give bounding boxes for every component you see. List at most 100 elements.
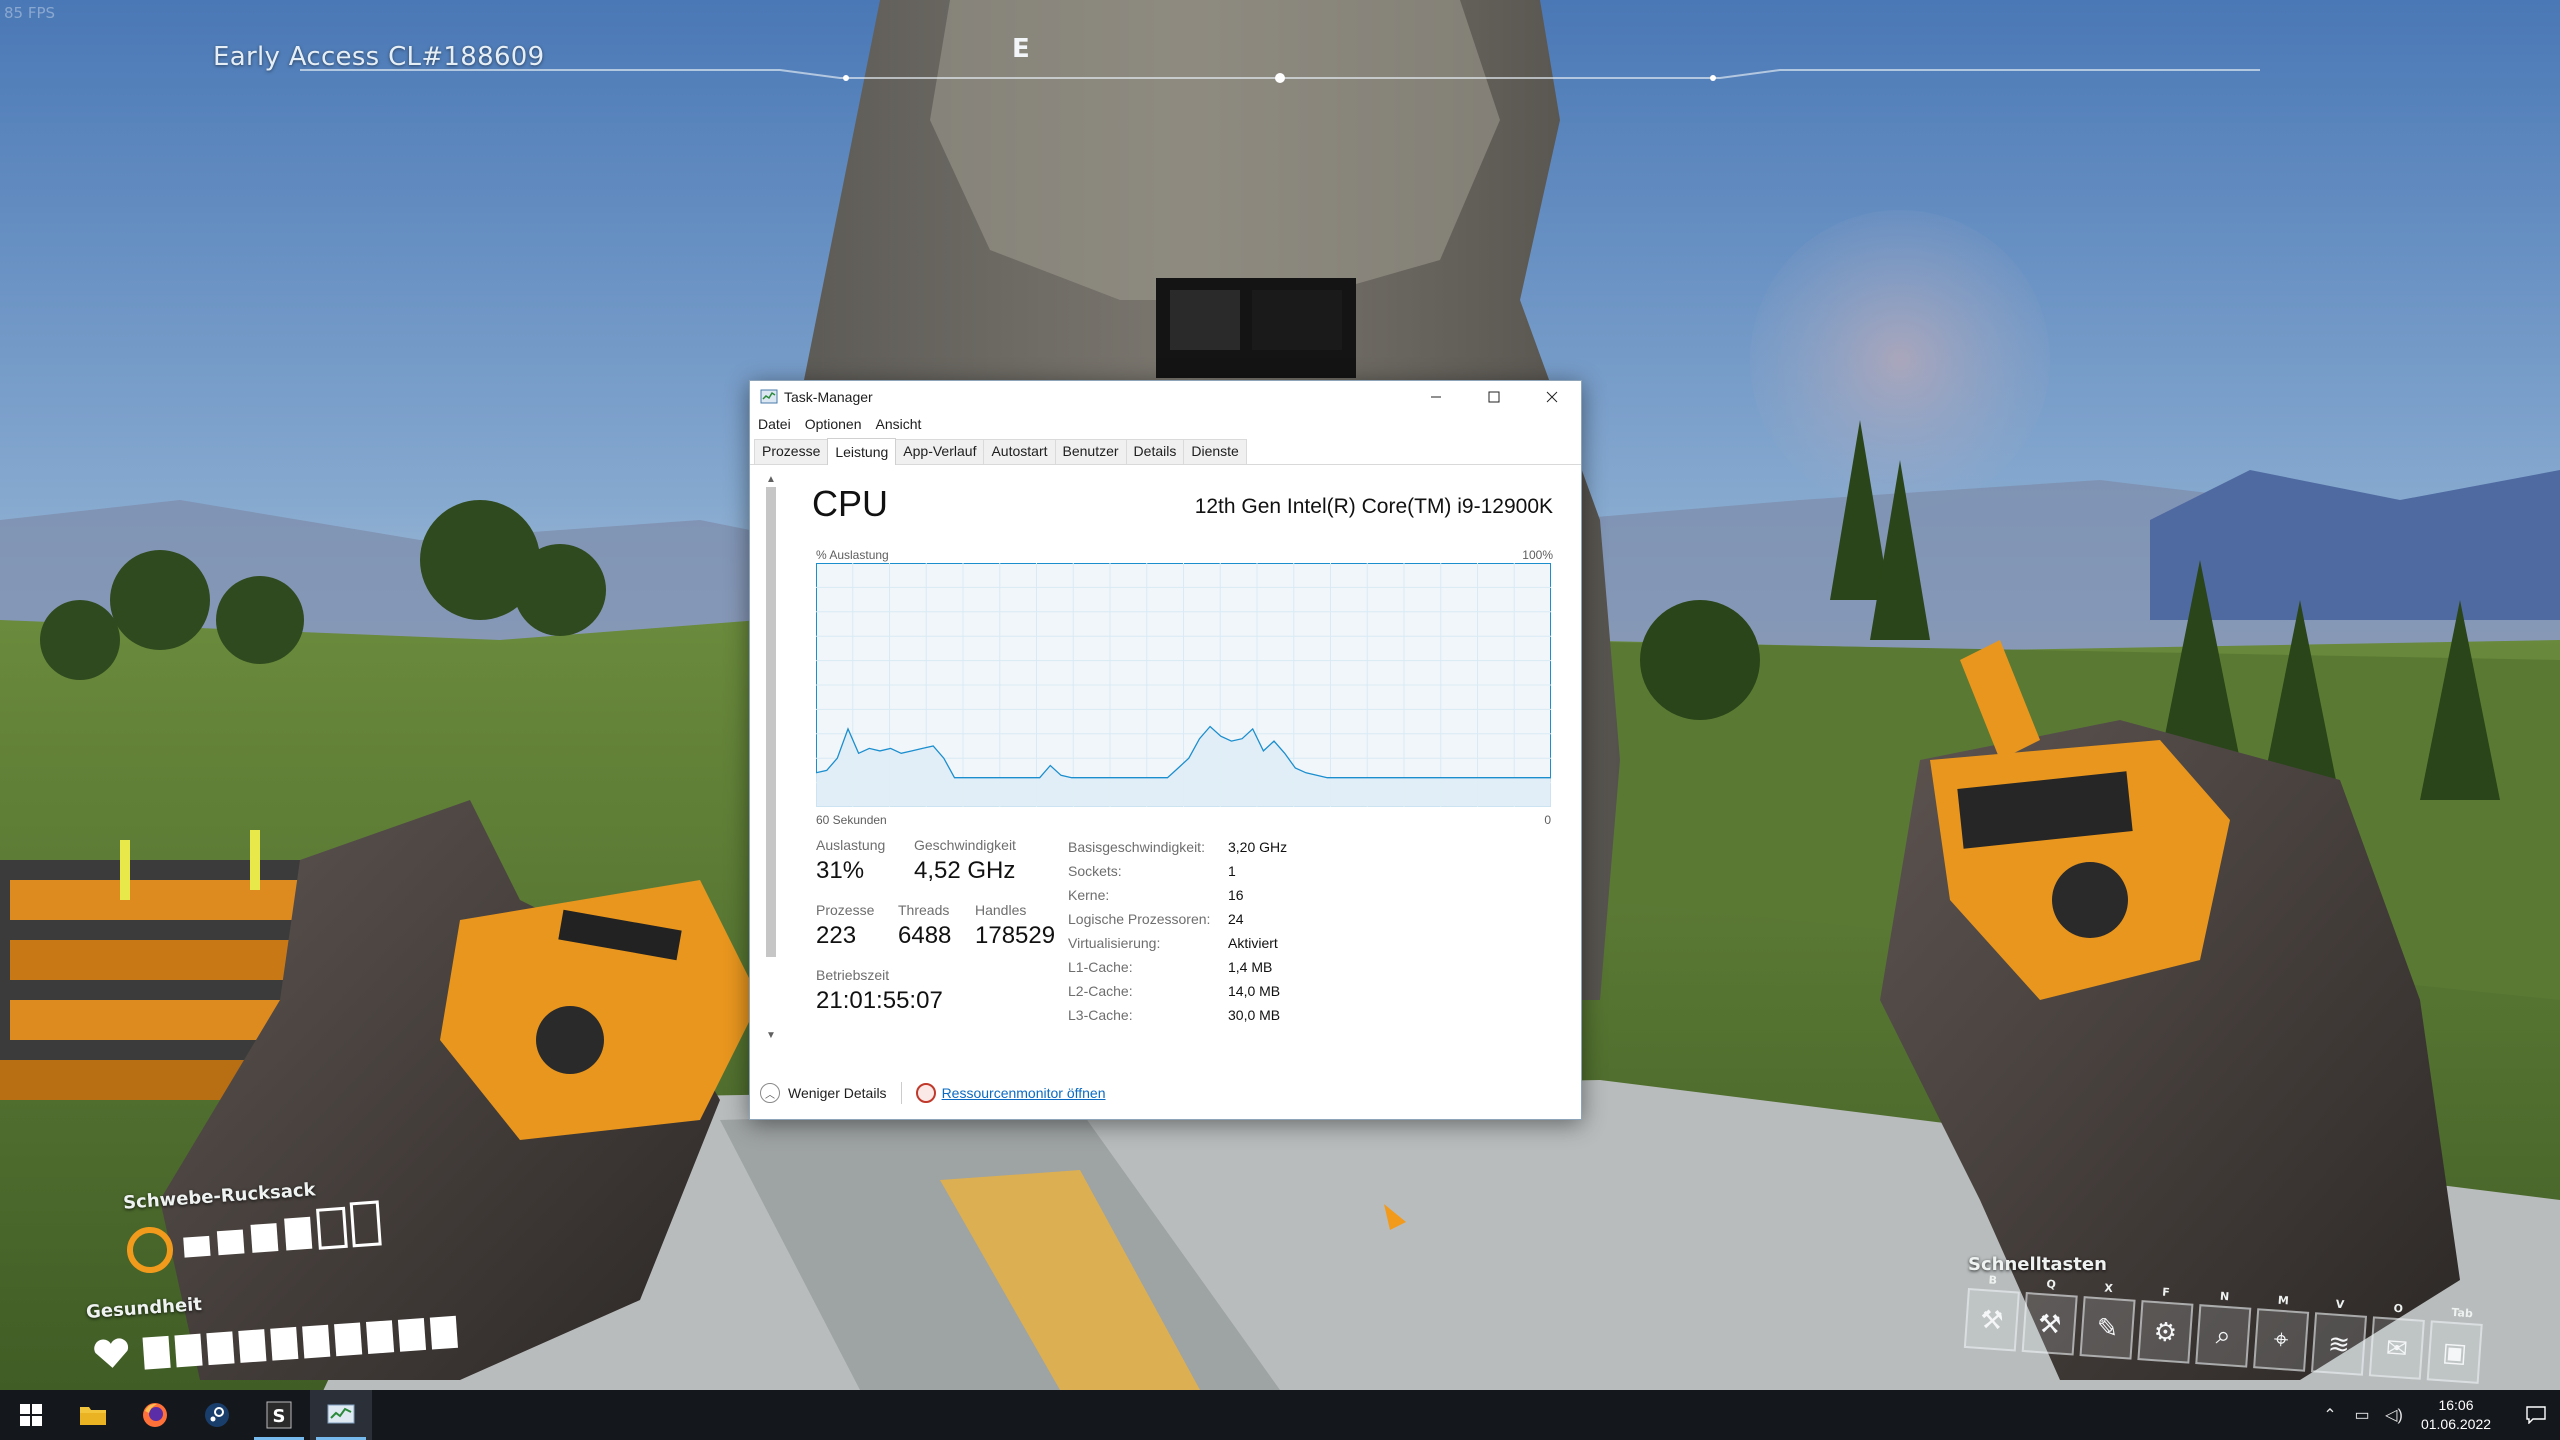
satisfactory-icon: S <box>266 1401 292 1429</box>
window-title: Task-Manager <box>784 389 873 405</box>
tab-prozesse[interactable]: Prozesse <box>754 439 829 464</box>
quickbar-slot-mail: O ✉ <box>2368 1302 2425 1380</box>
taskbar-task-manager[interactable] <box>310 1390 372 1440</box>
performance-panel: ▲ ▼ CPU 12th Gen Intel(R) Core(TM) i9-12… <box>750 467 1581 1067</box>
close-button[interactable] <box>1523 381 1581 413</box>
stat-value: 178529 <box>975 922 1056 949</box>
fewer-details-button[interactable]: ︿ Weniger Details <box>760 1083 887 1103</box>
quickbar-key: B <box>1988 1273 1998 1287</box>
stat-value: 6488 <box>898 922 952 949</box>
quickbar-key: V <box>2335 1297 2345 1312</box>
spec-row: L2-Cache: 14,0 MB <box>1068 979 1287 1003</box>
spec-key: L2-Cache: <box>1068 983 1133 999</box>
maximize-button[interactable] <box>1465 381 1523 413</box>
tab-app-verlauf[interactable]: App-Verlauf <box>895 439 985 464</box>
title-bar[interactable]: Task-Manager <box>750 381 1581 413</box>
quickbar-slot-inventory: Tab ▣ <box>2426 1306 2483 1384</box>
cpu-model: 12th Gen Intel(R) Core(TM) i9-12900K <box>1194 495 1553 518</box>
graph-foot-duration: 60 Sekunden <box>816 813 887 827</box>
stat-label: Handles <box>975 902 1027 918</box>
quickbar-slot-factory: F ⚙ <box>2137 1286 2194 1364</box>
spec-key: Kerne: <box>1068 887 1110 903</box>
stat-label: Auslastung <box>816 837 886 853</box>
menu-datei[interactable]: Datei <box>758 416 791 432</box>
chevron-up-icon[interactable]: ⌃ <box>2318 1405 2342 1425</box>
menu-ansicht[interactable]: Ansicht <box>876 416 922 432</box>
cpu-usage-graph <box>816 563 1551 807</box>
spec-key: Basisgeschwindigkeit: <box>1068 839 1205 855</box>
stat-geschwindigkeit: Geschwindigkeit 4,52 GHz <box>914 837 1016 885</box>
volume-icon[interactable]: ◁) <box>2382 1405 2406 1425</box>
clock-time: 16:06 <box>2438 1397 2474 1413</box>
close-icon <box>1546 391 1558 403</box>
clock[interactable]: 16:06 01.06.2022 <box>2410 1396 2502 1434</box>
scroll-up-icon[interactable]: ▲ <box>762 471 780 487</box>
menu-bar: Datei Optionen Ansicht <box>750 413 1581 435</box>
folder-icon <box>80 1407 106 1425</box>
spec-value: 3,20 GHz <box>1228 839 1288 855</box>
graph-label-max: 100% <box>1522 548 1553 562</box>
start-button[interactable] <box>0 1390 62 1440</box>
quickbar-key: Tab <box>2451 1305 2474 1321</box>
stat-label: Prozesse <box>816 902 875 918</box>
spec-value: 30,0 MB <box>1228 1007 1281 1023</box>
chevron-up-icon: ︿ <box>760 1083 780 1103</box>
svg-text:S: S <box>273 1406 286 1427</box>
cpu-heading: CPU <box>812 483 889 524</box>
spec-key: Logische Prozessoren: <box>1068 911 1211 927</box>
taskbar-firefox[interactable] <box>124 1390 186 1440</box>
quickbar-slot-map: M ⌖ <box>2253 1294 2310 1372</box>
windows-logo-icon <box>20 1404 42 1426</box>
resource-monitor-icon <box>915 1083 936 1103</box>
fps-counter: 85 FPS <box>4 4 56 22</box>
spec-row: Kerne: 16 <box>1068 883 1287 907</box>
taskbar-file-explorer[interactable] <box>62 1390 124 1440</box>
tab-dienste[interactable]: Dienste <box>1183 439 1247 464</box>
taskbar-satisfactory[interactable]: S <box>248 1390 310 1440</box>
task-manager-icon <box>327 1404 355 1424</box>
stat-handles: Handles 178529 <box>975 902 1055 950</box>
tab-autostart[interactable]: Autostart <box>983 439 1056 464</box>
build-version: Early Access CL#188609 <box>213 42 545 72</box>
open-resource-monitor-link[interactable]: Ressourcenmonitor öffnen <box>942 1085 1106 1101</box>
notification-center-button[interactable] <box>2512 1390 2560 1440</box>
spec-row: Logische Prozessoren: 24 <box>1068 907 1287 931</box>
tab-details[interactable]: Details <box>1125 439 1185 464</box>
tab-leistung[interactable]: Leistung <box>827 438 897 465</box>
stat-value: 31% <box>816 857 865 884</box>
quickbar-label: Schnelltasten <box>1968 1254 2107 1275</box>
compass-heading: E <box>1012 34 1030 64</box>
quickbar-key: F <box>2161 1285 2171 1300</box>
quickbar-slot-paint: X ✎ <box>2079 1282 2136 1360</box>
scroll-down-icon[interactable]: ▼ <box>762 1027 780 1043</box>
spec-key: Sockets: <box>1068 863 1122 879</box>
spec-key: Virtualisierung: <box>1068 935 1161 951</box>
quickbar-slot-dismantle: Q ⚒ <box>2021 1277 2078 1356</box>
spec-row: Sockets: 1 <box>1068 859 1287 883</box>
scrollbar-thumb[interactable] <box>766 487 776 957</box>
quickbar-slot-build: B ⚒ <box>1963 1273 2020 1352</box>
stat-prozesse: Prozesse 223 <box>816 902 874 950</box>
tab-benutzer[interactable]: Benutzer <box>1054 439 1127 464</box>
quickbar-key: O <box>2393 1301 2404 1316</box>
quickbar-key: N <box>2219 1289 2230 1304</box>
sidebar-scrollbar[interactable]: ▲ ▼ <box>762 471 780 1043</box>
taskbar-steam[interactable] <box>186 1390 248 1440</box>
quickbar-slot-signal: V ≋ <box>2310 1298 2368 1376</box>
spec-value: 16 <box>1228 887 1244 903</box>
network-icon[interactable]: ▭ <box>2350 1405 2374 1425</box>
stat-label: Threads <box>898 902 950 918</box>
cpu-specs: Basisgeschwindigkeit: 3,20 GHz Sockets: 1 … <box>1068 835 1287 1027</box>
system-tray: ⌃ ▭ ◁) 16:06 01.06.2022 <box>2314 1390 2560 1440</box>
maximize-icon <box>1488 391 1500 403</box>
minimize-button[interactable] <box>1407 381 1465 413</box>
spec-key: L1-Cache: <box>1068 959 1133 975</box>
spec-value: Aktiviert <box>1228 935 1278 951</box>
stat-value: 223 <box>816 922 857 949</box>
spec-row: Basisgeschwindigkeit: 3,20 GHz <box>1068 835 1287 859</box>
footer-divider <box>900 1082 902 1104</box>
steam-icon <box>205 1403 229 1427</box>
firefox-icon <box>143 1403 167 1427</box>
spec-row: Virtualisierung: Aktiviert <box>1068 931 1287 955</box>
menu-optionen[interactable]: Optionen <box>805 416 862 432</box>
